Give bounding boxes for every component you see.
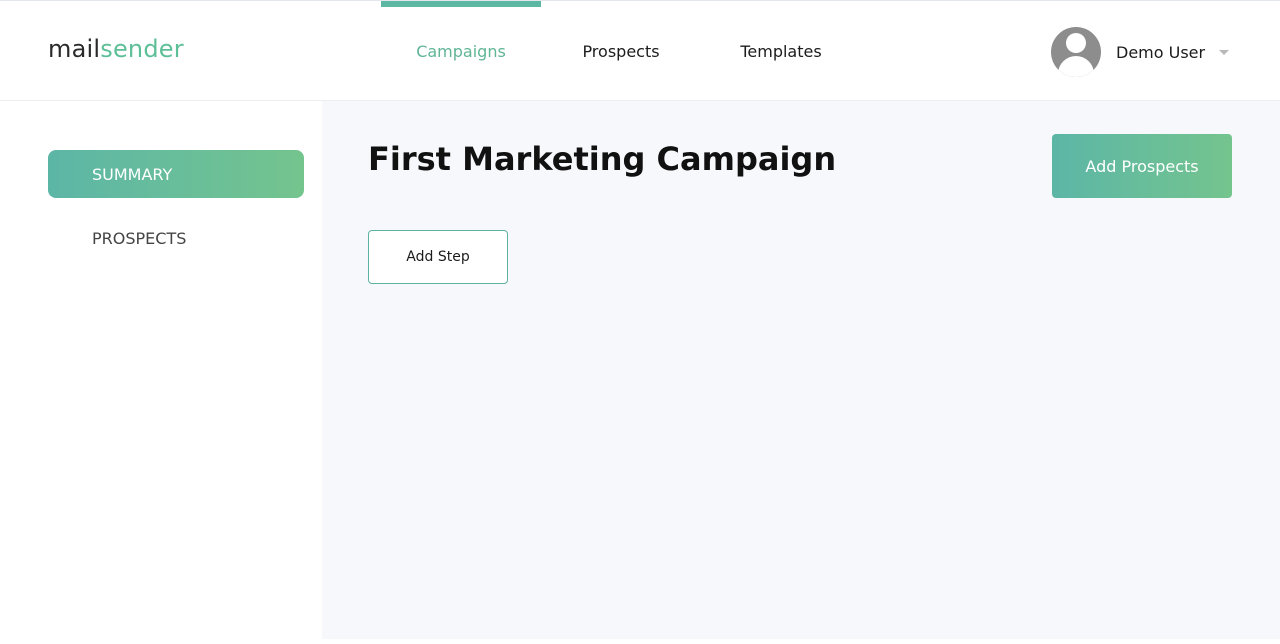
- page-title: First Marketing Campaign: [368, 140, 837, 178]
- user-menu[interactable]: Demo User: [1051, 27, 1230, 77]
- nav-tab-campaigns[interactable]: Campaigns: [381, 1, 541, 101]
- caret-down-icon[interactable]: [1219, 49, 1230, 55]
- sidebar-item-label: SUMMARY: [92, 164, 173, 184]
- logo-text-sender: sender: [100, 35, 184, 63]
- logo-text-mail: mail: [48, 35, 101, 63]
- user-avatar-icon[interactable]: [1051, 27, 1101, 77]
- user-name[interactable]: Demo User: [1116, 43, 1205, 62]
- sidebar-item-summary[interactable]: SUMMARY: [48, 150, 304, 198]
- main-content: First Marketing Campaign Add Prospects A…: [322, 101, 1280, 639]
- top-navigation-bar: mailsender Campaigns Prospects Templates…: [0, 0, 1280, 101]
- nav-tab-templates[interactable]: Templates: [701, 1, 861, 101]
- sidebar-item-prospects[interactable]: PROSPECTS: [48, 214, 304, 262]
- bottom-divider: [322, 639, 1280, 644]
- sidebar-item-label: PROSPECTS: [92, 228, 187, 248]
- campaign-sidebar: SUMMARY PROSPECTS: [0, 101, 322, 644]
- add-step-button[interactable]: Add Step: [368, 230, 508, 284]
- add-prospects-button[interactable]: Add Prospects: [1052, 134, 1232, 198]
- nav-tab-prospects[interactable]: Prospects: [541, 1, 701, 101]
- mailsender-logo[interactable]: mailsender: [48, 34, 184, 64]
